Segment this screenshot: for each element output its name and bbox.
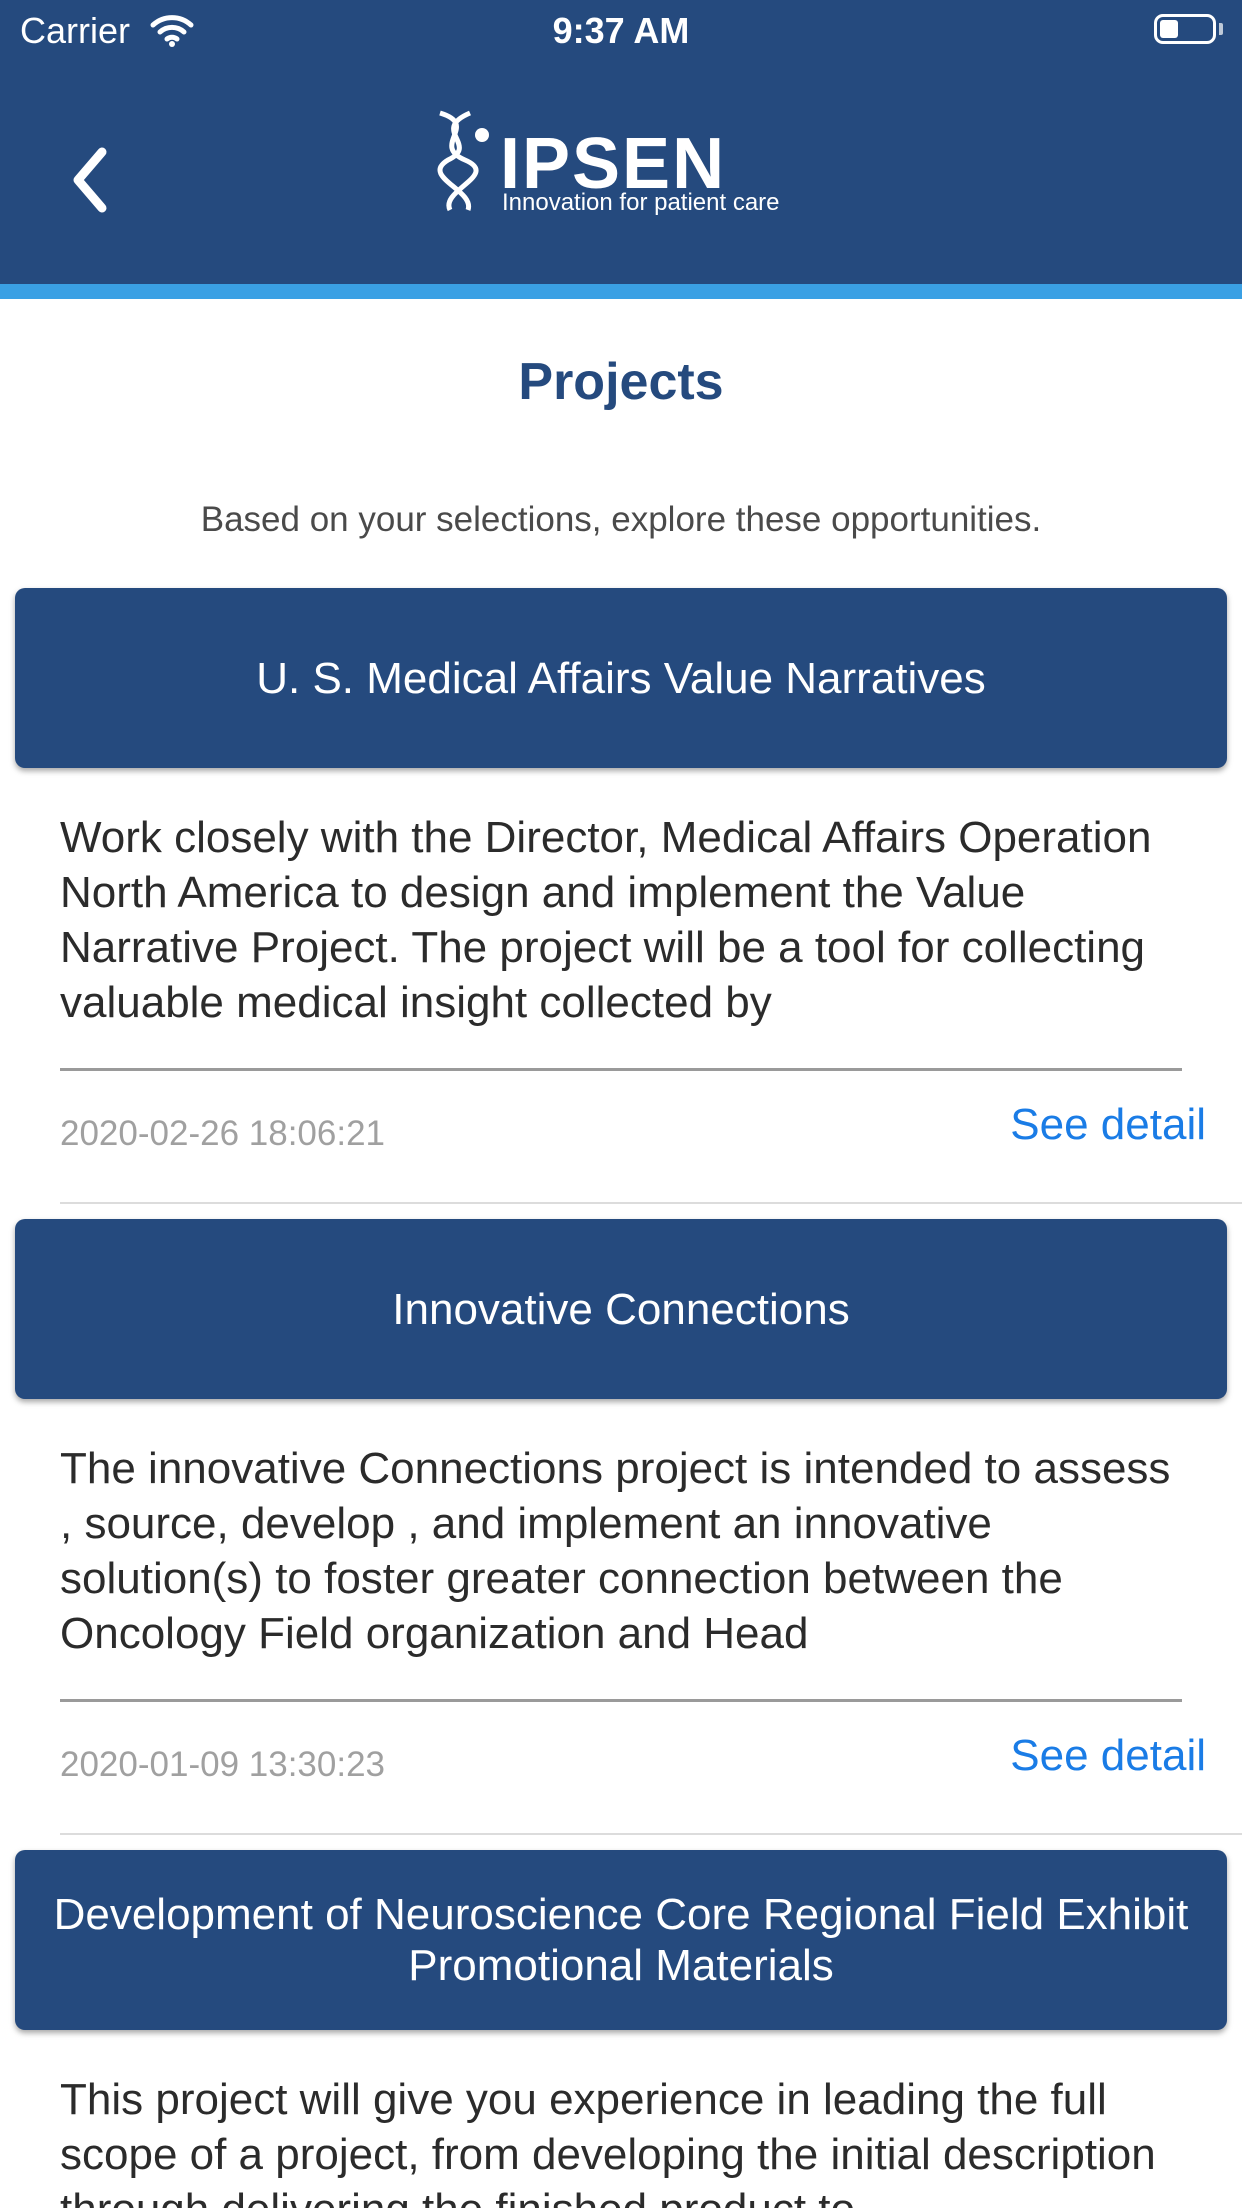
battery-icon — [1154, 14, 1216, 44]
project-date: 2020-02-26 18:06:21 — [60, 1114, 385, 1153]
back-button[interactable] — [60, 140, 140, 220]
card-separator — [60, 1833, 1242, 1835]
project-date: 2020-01-09 13:30:23 — [60, 1745, 385, 1784]
project-description: The innovative Connections project is in… — [60, 1444, 1171, 1658]
helix-icon — [437, 110, 489, 212]
card-divider — [60, 1068, 1182, 1071]
header-accent-bar — [0, 284, 1242, 299]
page-subtitle: Based on your selections, explore these … — [200, 500, 1042, 539]
battery-cap — [1219, 23, 1223, 35]
project-title[interactable]: Innovative Connections — [15, 1219, 1227, 1399]
project-description: Work closely with the Director, Medical … — [60, 813, 1152, 1027]
project-title[interactable]: Development of Neuroscience Core Regiona… — [15, 1850, 1227, 2030]
clock-time: 9:37 AM — [552, 10, 690, 51]
see-detail-link[interactable]: See detail — [1010, 1100, 1206, 1150]
status-bar: Carrier 9:37 AM — [0, 0, 1242, 62]
card-separator — [60, 1202, 1242, 1204]
chevron-left-icon — [73, 147, 107, 213]
card-divider — [60, 1699, 1182, 1702]
logo-tagline: Innovation for patient care — [502, 189, 780, 216]
project-title[interactable]: U. S. Medical Affairs Value Narratives — [15, 588, 1227, 768]
page-title: Projects — [518, 353, 724, 411]
ipsen-logo: IPSEN Innovation for patient care — [420, 105, 820, 225]
project-description: This project will give you experience in… — [60, 2075, 1156, 2208]
see-detail-link[interactable]: See detail — [1010, 1731, 1206, 1781]
